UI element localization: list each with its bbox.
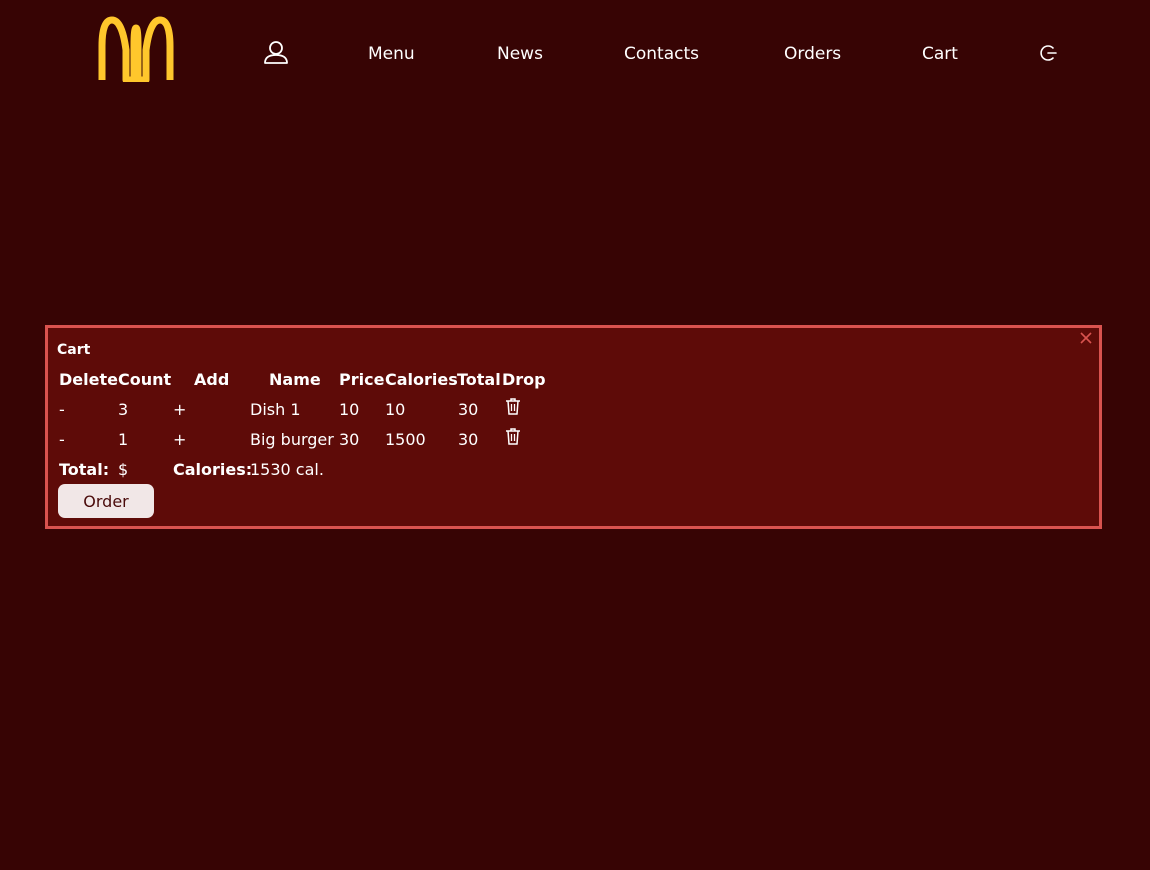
total-label: Total: xyxy=(59,460,110,479)
total-value: $ xyxy=(118,460,129,479)
column-header-count: Count xyxy=(118,370,172,389)
item-name: Big burger xyxy=(250,430,334,449)
trash-icon[interactable] xyxy=(505,397,521,415)
cart-panel: Cart Delete Count Add Name Price Calorie… xyxy=(45,325,1102,529)
order-button[interactable]: Order xyxy=(58,484,154,518)
increment-button[interactable]: + xyxy=(173,430,186,449)
item-total: 30 xyxy=(458,400,479,419)
calories-value: 1530 cal. xyxy=(250,460,324,479)
trash-icon[interactable] xyxy=(505,427,521,445)
column-header-add: Add xyxy=(194,370,230,389)
item-total: 30 xyxy=(458,430,479,449)
column-header-price: Price xyxy=(339,370,385,389)
item-calories: 10 xyxy=(385,400,406,419)
column-header-drop: Drop xyxy=(502,370,546,389)
nav-orders[interactable]: Orders xyxy=(784,42,841,66)
nav-contacts[interactable]: Contacts xyxy=(624,42,699,66)
close-icon[interactable] xyxy=(1079,331,1093,345)
mcdonalds-logo[interactable] xyxy=(98,16,174,82)
item-calories: 1500 xyxy=(385,430,426,449)
column-header-name: Name xyxy=(269,370,321,389)
nav-news[interactable]: News xyxy=(497,42,543,66)
nav-cart[interactable]: Cart xyxy=(922,42,958,66)
logout-icon[interactable] xyxy=(1040,44,1058,62)
user-icon[interactable] xyxy=(262,38,290,66)
increment-button[interactable]: + xyxy=(173,400,186,419)
decrement-button[interactable]: - xyxy=(59,400,65,419)
column-header-delete: Delete xyxy=(59,370,118,389)
item-count: 3 xyxy=(118,400,129,419)
item-name: Dish 1 xyxy=(250,400,301,419)
column-header-total: Total xyxy=(457,370,501,389)
column-header-calories: Calories xyxy=(385,370,458,389)
item-price: 10 xyxy=(339,400,360,419)
decrement-button[interactable]: - xyxy=(59,430,65,449)
item-price: 30 xyxy=(339,430,360,449)
nav-menu[interactable]: Menu xyxy=(368,42,415,66)
header: Menu News Contacts Orders Cart xyxy=(0,0,1150,110)
cart-title: Cart xyxy=(57,342,91,358)
calories-label: Calories: xyxy=(173,460,253,479)
item-count: 1 xyxy=(118,430,129,449)
